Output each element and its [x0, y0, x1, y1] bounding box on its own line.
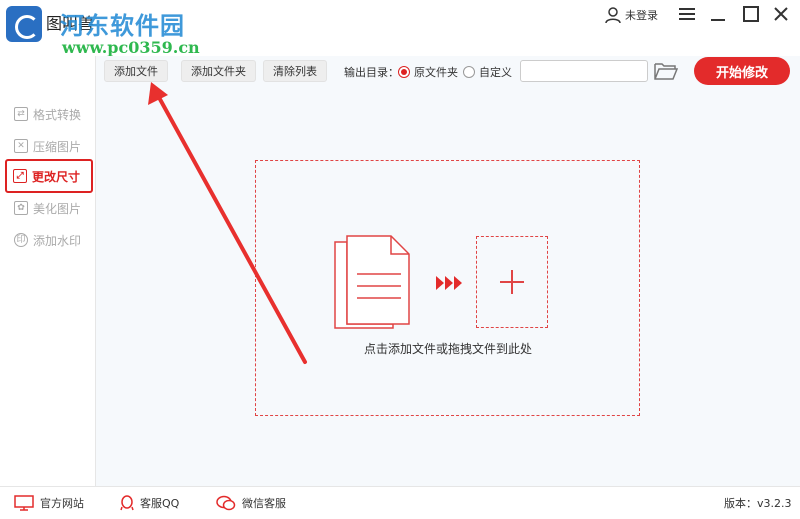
maximize-icon — [743, 6, 759, 22]
title-bar: 图叫兽 河东软件园 www.pc0359.cn 未登录 — [0, 0, 800, 57]
add-file-button[interactable]: 添加文件 — [104, 60, 168, 82]
login-button[interactable]: 未登录 — [604, 6, 658, 24]
convert-icon: ⇄ — [14, 107, 28, 121]
official-website-link[interactable]: 官方网站 — [14, 495, 84, 511]
output-path-input[interactable] — [520, 60, 648, 82]
qq-penguin-icon — [120, 495, 134, 511]
plus-icon — [500, 270, 524, 294]
wechat-support-link[interactable]: 微信客服 — [216, 495, 286, 511]
footer-bar: 官方网站 客服QQ 微信客服 版本：v3.2.3 — [0, 486, 800, 519]
drop-hint-text: 点击添加文件或拖拽文件到此处 — [363, 342, 532, 356]
wechat-label: 微信客服 — [242, 497, 286, 510]
sidebar-item-label: 美化图片 — [33, 201, 82, 216]
qq-support-link[interactable]: 客服QQ — [120, 495, 179, 511]
radio-source-folder[interactable]: 原文件夹 — [398, 64, 458, 80]
wechat-icon — [216, 495, 236, 511]
radio-label: 自定义 — [479, 66, 512, 79]
watermark-icon: 印 — [14, 233, 28, 247]
user-icon — [605, 7, 621, 24]
close-icon — [774, 7, 788, 21]
radio-label: 原文件夹 — [414, 66, 458, 79]
radio-custom-folder[interactable]: 自定义 — [463, 64, 512, 80]
minimize-button[interactable] — [707, 4, 729, 24]
sidebar-item-beautify[interactable]: ✿ 美化图片 — [8, 194, 90, 222]
app-logo-icon — [6, 6, 42, 42]
folder-open-icon[interactable] — [654, 61, 678, 81]
start-modify-button[interactable]: 开始修改 — [694, 57, 790, 85]
sidebar-item-watermark[interactable]: 印 添加水印 — [8, 226, 90, 254]
resize-icon: ⤢ — [13, 169, 27, 183]
add-placeholder-box[interactable] — [476, 236, 548, 328]
triple-arrow-icon — [436, 276, 462, 290]
hamburger-icon — [679, 8, 695, 20]
monitor-icon — [14, 495, 34, 511]
radio-selected-icon — [398, 66, 410, 78]
radio-unselected-icon — [463, 66, 475, 78]
sidebar-item-label: 更改尺寸 — [32, 169, 81, 184]
watermark-url: www.pc0359.cn — [62, 38, 200, 57]
sidebar-item-label: 添加水印 — [33, 233, 82, 248]
login-status-label: 未登录 — [625, 9, 658, 22]
sidebar: ⇄ 格式转换 ✕ 压缩图片 ⤢ 更改尺寸 ✿ 美化图片 印 添加水印 — [0, 56, 96, 486]
website-label: 官方网站 — [40, 497, 84, 510]
version-label: 版本：v3.2.3 — [724, 497, 792, 510]
add-folder-button[interactable]: 添加文件夹 — [181, 60, 256, 82]
menu-button[interactable] — [676, 4, 698, 24]
sidebar-item-format-convert[interactable]: ⇄ 格式转换 — [8, 100, 90, 128]
beautify-icon: ✿ — [14, 201, 28, 215]
clear-list-button[interactable]: 清除列表 — [263, 60, 327, 82]
minimize-icon — [711, 19, 725, 21]
sidebar-item-label: 压缩图片 — [33, 139, 82, 154]
sidebar-item-compress[interactable]: ✕ 压缩图片 — [8, 132, 90, 160]
watermark-text: 河东软件园 — [60, 12, 185, 40]
sidebar-item-label: 格式转换 — [33, 107, 82, 122]
qq-label: 客服QQ — [140, 497, 180, 510]
compress-icon: ✕ — [14, 139, 28, 153]
maximize-button[interactable] — [740, 4, 762, 24]
sidebar-item-resize[interactable]: ⤢ 更改尺寸 — [5, 159, 93, 193]
output-dir-label: 输出目录： — [344, 66, 399, 79]
close-button[interactable] — [770, 4, 792, 24]
document-icon — [334, 235, 410, 329]
